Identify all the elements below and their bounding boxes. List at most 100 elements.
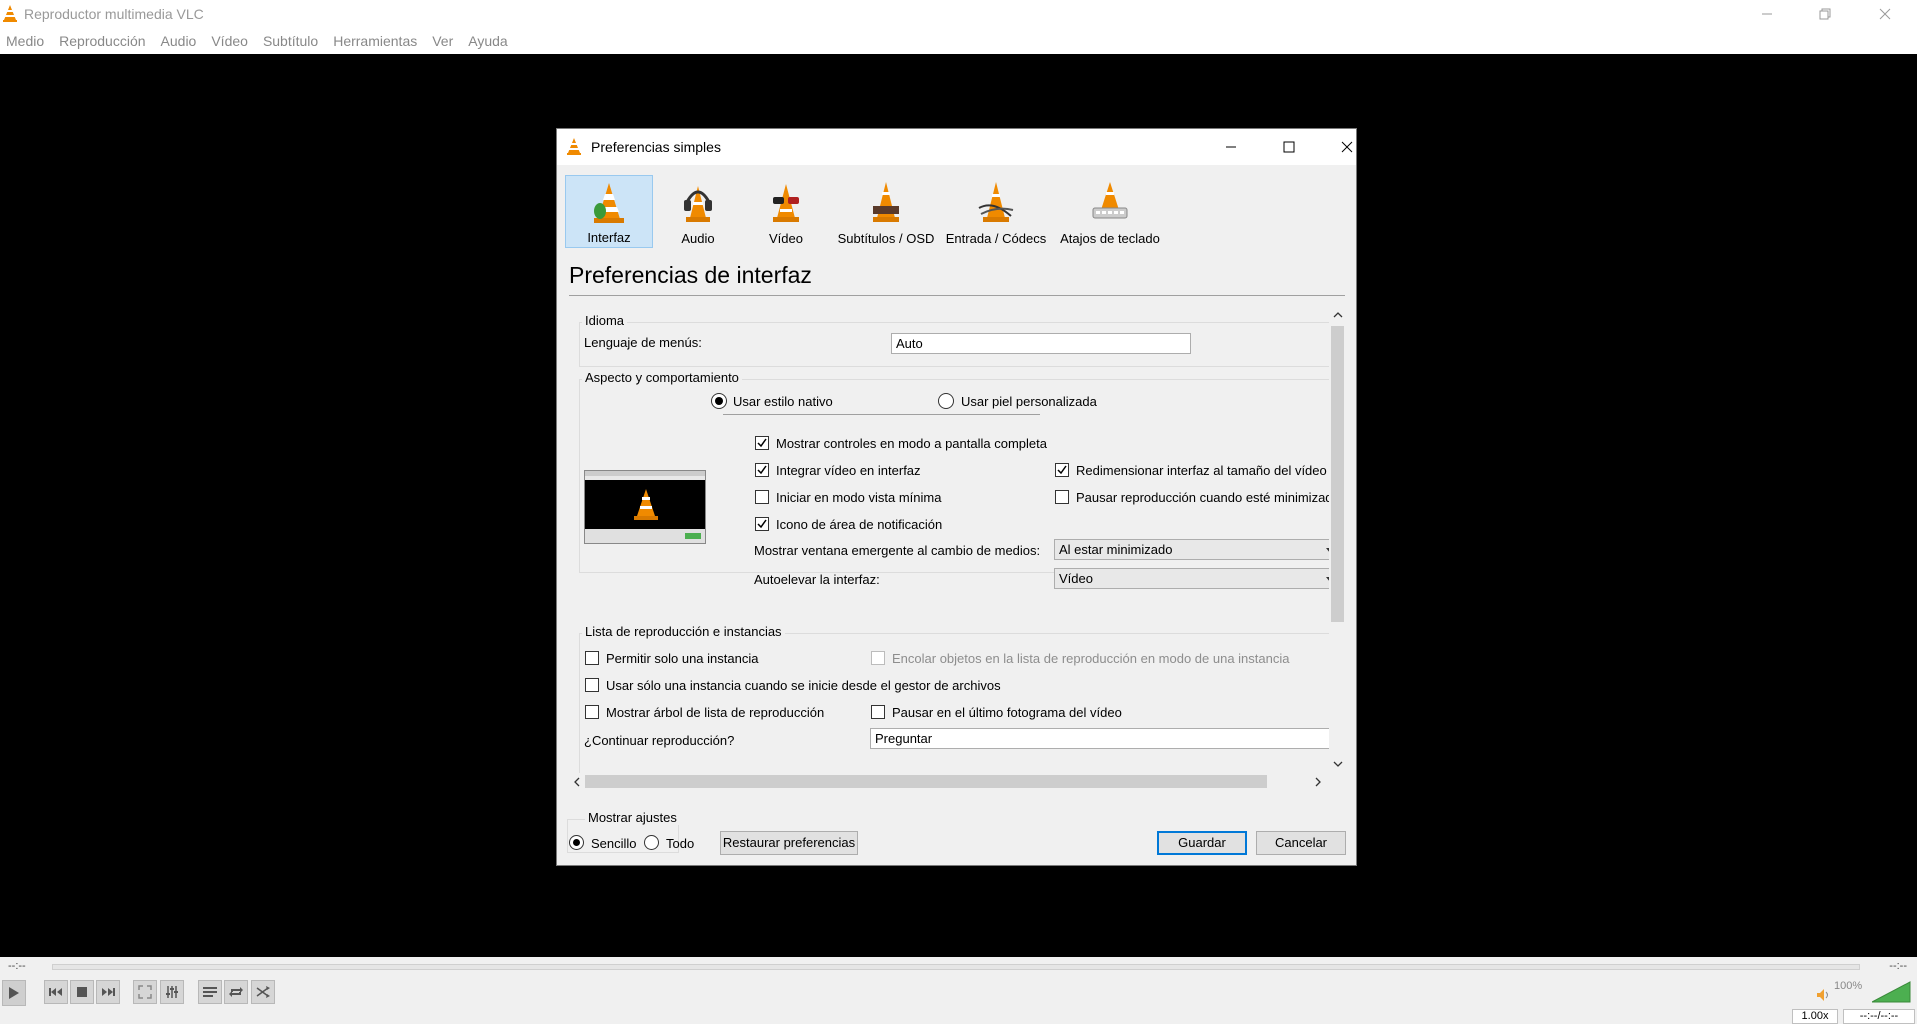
glasses-cone-icon — [773, 184, 799, 222]
menu-video[interactable]: Vídeo — [207, 33, 256, 49]
resize-interface-checkbox[interactable] — [1055, 463, 1069, 477]
time-display[interactable]: --:--/--:-- — [1843, 1009, 1915, 1024]
scroll-down-arrow[interactable] — [1331, 757, 1344, 771]
preferences-dialog: Preferencias simples Interfaz Audio Víde… — [556, 128, 1357, 866]
playlist-button[interactable] — [198, 980, 222, 1004]
popup-label: Mostrar ventana emergente al cambio de m… — [754, 543, 1041, 558]
shuffle-button[interactable] — [251, 980, 275, 1004]
vlc-cone-icon — [567, 138, 581, 155]
restore-icon — [1819, 8, 1831, 20]
category-entrada-codecs[interactable]: Entrada / Códecs — [941, 175, 1051, 248]
speaker-icon[interactable] — [1816, 988, 1830, 1002]
scroll-left-arrow[interactable] — [570, 775, 584, 788]
stop-button[interactable] — [70, 980, 94, 1004]
simple-settings-label: Sencillo — [591, 836, 637, 851]
headphones-cone-icon — [684, 186, 712, 222]
native-style-radio[interactable] — [711, 393, 727, 409]
chevron-up-icon — [1333, 312, 1342, 318]
interface-preview-image — [584, 470, 706, 544]
play-button[interactable] — [2, 980, 26, 1006]
menu-medio[interactable]: Medio — [2, 33, 52, 49]
dialog-minimize-button[interactable] — [1208, 129, 1254, 165]
loop-button[interactable] — [224, 980, 248, 1004]
pause-minimized-checkbox[interactable] — [1055, 490, 1069, 504]
save-button[interactable]: Guardar — [1157, 831, 1247, 855]
dialog-close-button[interactable] — [1324, 129, 1370, 165]
popup-select[interactable]: Al estar minimizado — [1054, 539, 1329, 560]
scroll-thumb[interactable] — [1331, 326, 1344, 622]
close-icon — [1879, 8, 1891, 20]
all-settings-label: Todo — [666, 836, 695, 851]
divider — [723, 414, 1040, 415]
seek-row: --:-- --:-- — [0, 957, 1917, 977]
custom-skin-radio[interactable] — [938, 393, 954, 409]
category-atajos[interactable]: Atajos de teclado — [1055, 175, 1165, 248]
previous-button[interactable] — [44, 980, 68, 1004]
embed-video-label: Integrar vídeo en interfaz — [776, 463, 921, 478]
playlist-tree-checkbox[interactable] — [585, 705, 599, 719]
volume-slider[interactable] — [1872, 981, 1912, 1003]
systray-icon-checkbox[interactable] — [755, 517, 769, 531]
play-icon — [9, 987, 19, 999]
file-manager-instance-checkbox[interactable] — [585, 678, 599, 692]
menu-language-label: Lenguaje de menús: — [584, 335, 702, 350]
group-title-idioma: Idioma — [582, 313, 628, 328]
equalizer-icon — [166, 986, 178, 998]
fullscreen-controls-label: Mostrar controles en modo a pantalla com… — [776, 436, 1047, 451]
category-video[interactable]: Vídeo — [743, 175, 829, 248]
reset-preferences-button[interactable]: Restaurar preferencias — [720, 831, 858, 855]
group-title-playlist: Lista de reproducción e instancias — [582, 624, 785, 639]
restore-button[interactable] — [1796, 0, 1854, 28]
scroll-thumb[interactable] — [585, 775, 1267, 788]
embed-video-checkbox[interactable] — [755, 463, 769, 477]
category-subtitulos[interactable]: Subtítulos / OSD — [835, 175, 937, 248]
chevron-down-icon — [1333, 761, 1342, 767]
menu-ayuda[interactable]: Ayuda — [464, 33, 515, 49]
next-button[interactable] — [96, 980, 120, 1004]
category-label: Entrada / Códecs — [945, 231, 1047, 246]
fullscreen-controls-checkbox[interactable] — [755, 436, 769, 450]
category-interfaz[interactable]: Interfaz — [565, 175, 653, 248]
scroll-up-arrow[interactable] — [1331, 308, 1344, 322]
one-instance-label: Permitir solo una instancia — [606, 651, 759, 666]
remaining-time: --:-- — [1889, 960, 1907, 972]
dialog-maximize-button[interactable] — [1266, 129, 1312, 165]
horizontal-scrollbar[interactable] — [569, 773, 1329, 790]
menu-herramientas[interactable]: Herramientas — [329, 33, 425, 49]
window-title: Reproductor multimedia VLC — [24, 6, 204, 22]
minimize-button[interactable] — [1738, 0, 1796, 28]
fullscreen-button[interactable] — [133, 980, 157, 1004]
seek-slider[interactable] — [52, 964, 1860, 970]
window-titlebar: Reproductor multimedia VLC — [0, 0, 1917, 28]
menu-language-select[interactable]: Auto — [891, 333, 1191, 354]
raise-interface-select[interactable]: Vídeo — [1054, 568, 1329, 589]
keyboard-cone-icon — [1092, 182, 1128, 219]
all-settings-radio[interactable] — [644, 835, 659, 850]
close-button[interactable] — [1856, 0, 1914, 28]
cancel-button[interactable]: Cancelar — [1256, 831, 1346, 855]
menu-audio[interactable]: Audio — [157, 33, 205, 49]
menu-ver[interactable]: Ver — [428, 33, 461, 49]
file-manager-instance-label: Usar sólo una instancia cuando se inicie… — [606, 678, 1001, 693]
pause-minimized-label: Pausar reproducción cuando esté minimiza… — [1076, 490, 1329, 505]
enqueue-checkbox[interactable] — [871, 651, 885, 665]
custom-skin-label: Usar piel personalizada — [961, 394, 1097, 409]
enqueue-label: Encolar objetos en la lista de reproducc… — [892, 651, 1290, 666]
category-label: Interfaz — [587, 230, 631, 245]
scroll-right-arrow[interactable] — [1311, 775, 1325, 788]
pause-last-frame-checkbox[interactable] — [871, 705, 885, 719]
simple-settings-radio[interactable] — [569, 835, 584, 850]
one-instance-checkbox[interactable] — [585, 651, 599, 665]
extended-settings-button[interactable] — [160, 980, 184, 1004]
minimal-view-checkbox[interactable] — [755, 490, 769, 504]
playback-speed[interactable]: 1.00x — [1792, 1009, 1838, 1024]
group-title-aspecto: Aspecto y comportamiento — [582, 370, 742, 385]
continue-playback-select[interactable]: Preguntar — [870, 728, 1329, 749]
loop-icon — [229, 987, 243, 997]
close-icon — [1341, 141, 1353, 153]
menu-subtitulo[interactable]: Subtítulo — [259, 33, 326, 49]
minimal-view-label: Iniciar en modo vista mínima — [776, 490, 942, 505]
menu-reproduccion[interactable]: Reproducción — [55, 33, 153, 49]
vertical-scrollbar[interactable] — [1329, 306, 1346, 773]
category-audio[interactable]: Audio — [655, 175, 741, 248]
